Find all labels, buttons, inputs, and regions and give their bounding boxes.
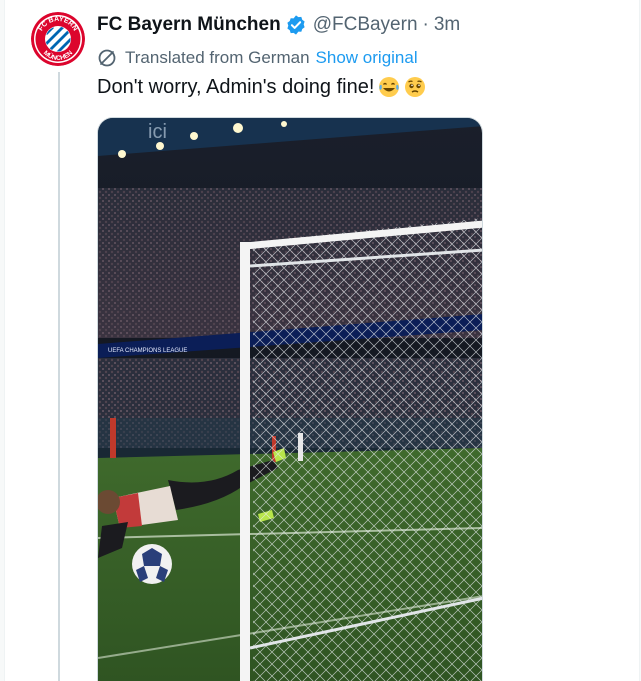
translate-icon (97, 48, 117, 68)
author-name[interactable]: FC Bayern München (97, 14, 281, 36)
uefa-banner-text: UEFA CHAMPIONS LEAGUE (108, 348, 187, 354)
thread-line (58, 72, 60, 681)
tweet-header: FC Bayern München @FCBayern · 3m (97, 12, 460, 38)
translation-notice: Translated from German Show original (97, 47, 418, 69)
tweet-body: Don't worry, Admin's doing fine! (97, 76, 375, 98)
fc-bayern-logo-icon: FC BAYERN MÜNCHEN (31, 12, 85, 66)
timeline-panel: FC BAYERN MÜNCHEN FC Bayern München @FCB… (4, 0, 640, 681)
tweet-time[interactable]: 3m (434, 14, 460, 36)
author-handle[interactable]: @FCBayern (313, 14, 418, 36)
tweet-media-photo[interactable]: ici UEFA CHAMPIONS LEAGUE (97, 117, 483, 681)
pleading-face-emoji-icon (404, 76, 426, 98)
tweet-text: Don't worry, Admin's doing fine! (97, 74, 426, 100)
separator-dot: · (422, 14, 429, 35)
avatar[interactable]: FC BAYERN MÜNCHEN (31, 12, 85, 66)
verified-badge-icon[interactable] (285, 14, 307, 36)
soccer-ball (132, 544, 172, 584)
stadium-photo: ici UEFA CHAMPIONS LEAGUE (98, 118, 482, 681)
show-original-link[interactable]: Show original (316, 48, 418, 68)
translated-label: Translated from German (125, 48, 310, 67)
laughing-crying-emoji-icon (378, 76, 400, 98)
svg-text:ici: ici (148, 121, 167, 143)
